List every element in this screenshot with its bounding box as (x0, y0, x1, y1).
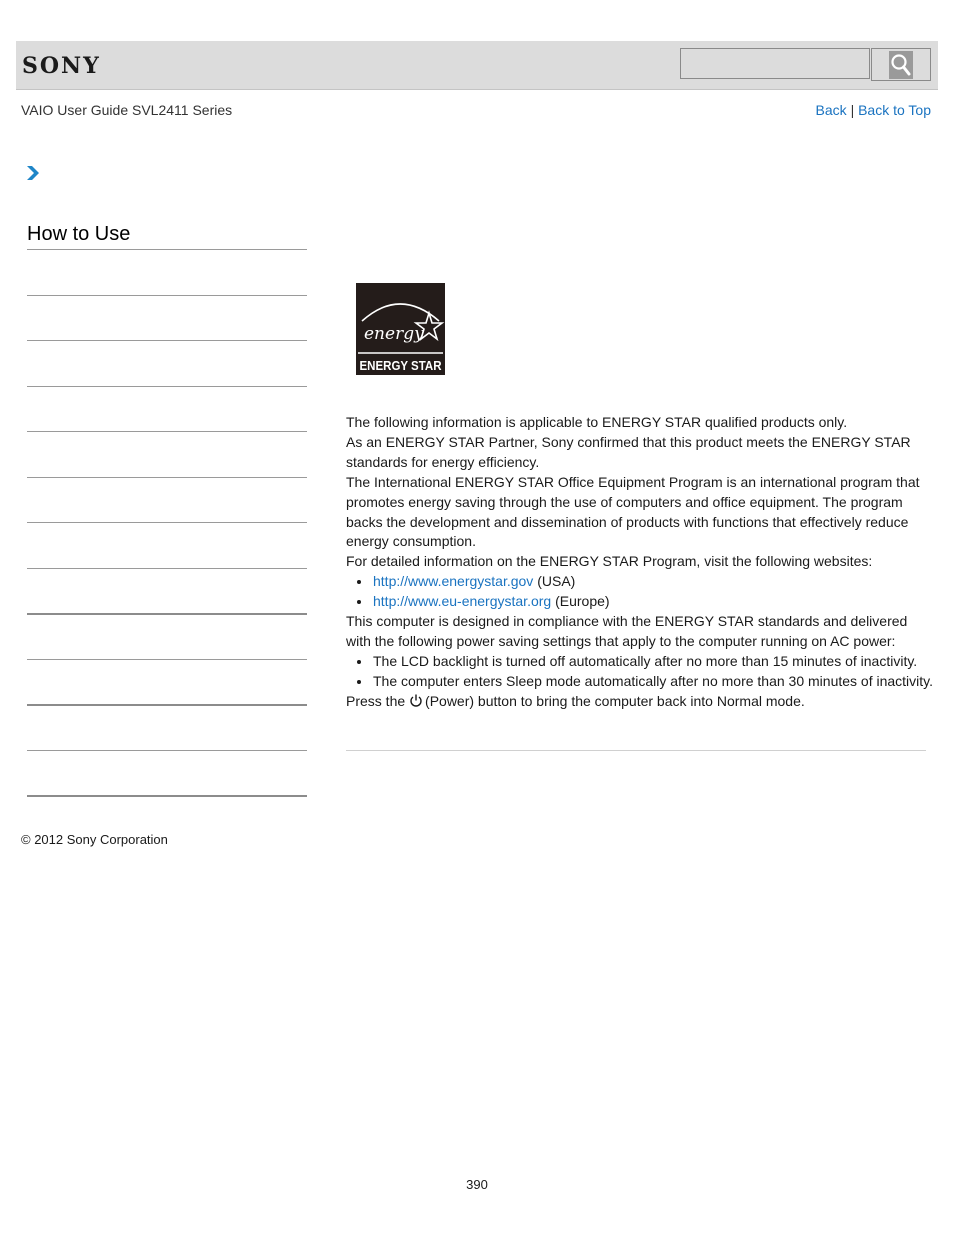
search-input[interactable] (680, 48, 870, 79)
back-to-top-link[interactable]: Back to Top (858, 102, 931, 118)
sidebar-item-divider (27, 568, 307, 569)
sidebar-heading-underline (27, 249, 307, 250)
setting-item: The computer enters Sleep mode automatic… (357, 672, 936, 692)
sony-logo: SONY (22, 53, 101, 79)
energy-script-text: energy (364, 324, 424, 344)
energy-star-logo: energy ENERGY STAR (356, 283, 445, 375)
program-paragraph: The International ENERGY STAR Office Equ… (346, 473, 920, 550)
page-number: 390 (466, 1177, 488, 1192)
website-link-europe[interactable]: http://www.eu-energystar.org (373, 593, 551, 609)
link-separator: | (850, 102, 855, 118)
intro-paragraph: The following information is applicable … (346, 414, 848, 430)
guide-title: VAIO User Guide SVL2411 Series (21, 102, 233, 118)
compliance-paragraph: This computer is designed in compliance … (346, 613, 908, 649)
websites-intro: For detailed information on the ENERGY S… (346, 553, 873, 570)
sidebar-item-divider (27, 750, 307, 751)
sidebar-item-divider (27, 431, 307, 432)
sidebar-item-divider (27, 477, 307, 478)
partner-paragraph: As an ENERGY STAR Partner, Sony confirme… (346, 433, 911, 470)
sidebar-heading: How to Use (27, 223, 131, 245)
website-link-usa[interactable]: http://www.energystar.gov (373, 573, 533, 589)
top-links: Back | Back to Top (816, 102, 931, 118)
back-link[interactable]: Back (816, 102, 847, 118)
website-item: http://www.eu-energystar.org (Europe) (357, 592, 936, 612)
search-button[interactable] (871, 48, 931, 81)
sidebar-item-divider (27, 295, 307, 296)
website-region: (USA) (533, 573, 576, 590)
settings-list: The LCD backlight is turned off automati… (346, 652, 936, 692)
power-icon (409, 693, 423, 714)
copyright: © 2012 Sony Corporation (21, 832, 168, 847)
chevron-right-icon[interactable] (26, 165, 40, 186)
sidebar-item-divider (27, 704, 307, 706)
sidebar-item-divider (27, 386, 307, 387)
article-content: The following information is applicable … (346, 413, 936, 714)
website-region: (Europe) (551, 593, 610, 610)
setting-item: The LCD backlight is turned off automati… (357, 652, 936, 672)
content-divider (346, 750, 926, 751)
websites-list: http://www.energystar.gov (USA) http://w… (346, 572, 936, 612)
sidebar-item-divider (27, 522, 307, 523)
sidebar-item-divider (27, 340, 307, 341)
header-bar: SONY (16, 41, 938, 90)
energy-star-label: ENERGY STAR (360, 358, 443, 373)
website-item: http://www.energystar.gov (USA) (357, 572, 936, 592)
search-icon (889, 50, 913, 79)
sidebar-item-divider (27, 659, 307, 660)
sidebar-item-divider (27, 613, 307, 615)
power-paragraph: Press the (Power) button to bring the co… (346, 692, 936, 714)
sidebar-item-divider (27, 795, 307, 797)
